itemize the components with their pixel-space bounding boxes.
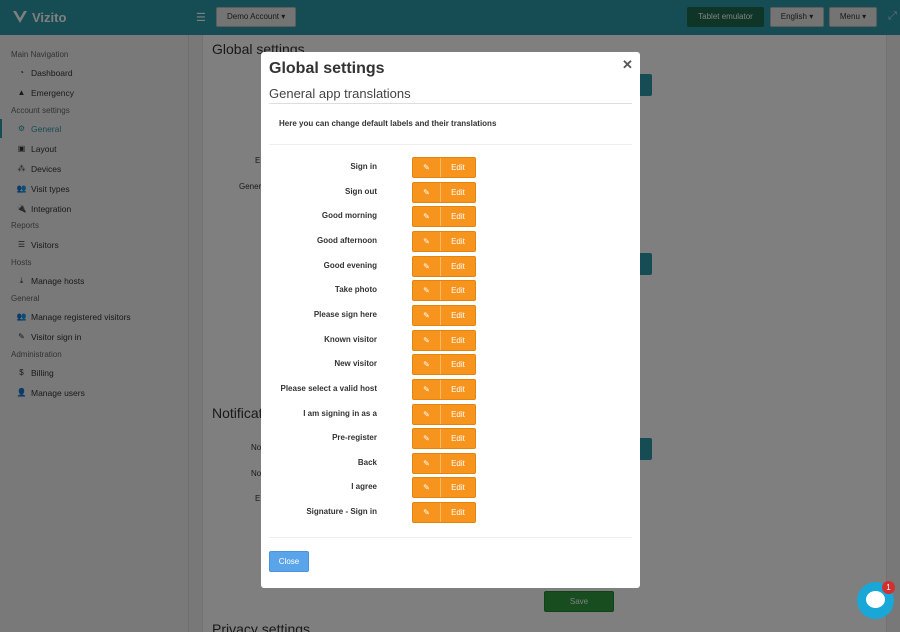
translation-label: I am signing in as a — [303, 408, 377, 418]
translation-label: Good afternoon — [317, 235, 377, 245]
edit-button-label: Edit — [451, 286, 465, 296]
translation-row: Please sign here ✎ Edit — [261, 304, 640, 327]
edit-translation-button[interactable]: ✎ Edit — [412, 157, 476, 178]
edit-icon: ✎ — [413, 429, 441, 449]
edit-icon: ✎ — [413, 281, 441, 301]
edit-translation-button[interactable]: ✎ Edit — [412, 502, 476, 524]
translation-label: Sign out — [345, 186, 377, 196]
edit-translation-button[interactable]: ✎ Edit — [412, 181, 476, 203]
translation-row: I agree ✎ Edit — [261, 477, 640, 499]
edit-button-label: Edit — [451, 458, 465, 468]
translation-row: Signature - Sign in ✎ Edit — [261, 502, 640, 524]
edit-translation-button[interactable]: ✎ Edit — [412, 354, 476, 376]
edit-button-label: Edit — [451, 483, 465, 493]
translation-row: Sign out ✎ Edit — [261, 181, 640, 204]
edit-translation-button[interactable]: ✎ Edit — [412, 304, 476, 326]
translation-label: Known visitor — [324, 334, 377, 344]
edit-icon: ✎ — [413, 404, 441, 424]
translation-label: Pre-register — [332, 433, 377, 443]
edit-icon: ✎ — [413, 207, 441, 227]
edit-translation-button[interactable]: ✎ Edit — [412, 403, 476, 425]
edit-icon: ✎ — [413, 256, 441, 276]
edit-translation-button[interactable]: ✎ Edit — [412, 378, 476, 400]
edit-icon: ✎ — [413, 503, 441, 523]
edit-icon: ✎ — [413, 478, 441, 498]
translation-label: Signature - Sign in — [306, 507, 377, 517]
translation-row: Known visitor ✎ Edit — [261, 329, 640, 352]
edit-button-label: Edit — [451, 434, 465, 444]
edit-button-label: Edit — [451, 409, 465, 419]
modal-subtitle: General app translations — [269, 86, 632, 104]
divider — [269, 537, 632, 538]
edit-icon: ✎ — [413, 305, 441, 325]
edit-translation-button[interactable]: ✎ Edit — [412, 206, 476, 228]
edit-translation-button[interactable]: ✎ Edit — [412, 329, 476, 351]
edit-translation-button[interactable]: ✎ Edit — [412, 255, 476, 277]
translation-label: Good morning — [321, 211, 377, 221]
translation-row: Sign in ✎ Edit — [261, 157, 640, 179]
edit-button-label: Edit — [451, 187, 465, 197]
chat-notification-badge: 1 — [882, 581, 895, 594]
translation-label: Take photo — [334, 285, 377, 295]
edit-icon: ✎ — [413, 231, 441, 251]
edit-button-label: Edit — [451, 261, 465, 271]
edit-button-label: Edit — [451, 360, 465, 370]
close-button[interactable]: Close — [269, 551, 309, 572]
edit-button-label: Edit — [451, 212, 465, 222]
edit-icon: ✎ — [413, 379, 441, 399]
translation-label: Please select a valid host — [280, 383, 378, 393]
translation-row: Good evening ✎ Edit — [261, 255, 640, 278]
close-icon[interactable]: ✕ — [622, 57, 633, 73]
edit-icon: ✎ — [413, 182, 441, 202]
edit-button-label: Edit — [451, 508, 465, 518]
translation-row: Good afternoon ✎ Edit — [261, 230, 640, 253]
translation-label: Good evening — [323, 260, 377, 270]
edit-button-label: Edit — [451, 163, 465, 172]
edit-translation-button[interactable]: ✎ Edit — [412, 452, 476, 474]
edit-icon: ✎ — [413, 453, 441, 473]
edit-translation-button[interactable]: ✎ Edit — [412, 280, 476, 302]
edit-icon: ✎ — [413, 330, 441, 350]
translation-label: New visitor — [334, 359, 377, 369]
translation-row: Pre-register ✎ Edit — [261, 428, 640, 450]
edit-button-label: Edit — [451, 310, 465, 320]
translation-label: Please sign here — [313, 309, 377, 319]
modal-title: Global settings — [269, 60, 385, 77]
translation-label: Back — [357, 457, 377, 467]
translation-row: Please select a valid host ✎ Edit — [261, 378, 640, 401]
edit-translation-button[interactable]: ✎ Edit — [412, 230, 476, 252]
translation-row: New visitor ✎ Edit — [261, 354, 640, 376]
translation-row: Good morning ✎ Edit — [261, 206, 640, 228]
edit-icon: ✎ — [413, 158, 441, 177]
edit-button-label: Edit — [451, 335, 465, 345]
translation-label: I agree — [351, 482, 377, 492]
translation-row: Back ✎ Edit — [261, 452, 640, 475]
translation-row: I am signing in as a ✎ Edit — [261, 403, 640, 426]
edit-translation-button[interactable]: ✎ Edit — [412, 477, 476, 499]
translation-label: Sign in — [350, 162, 377, 171]
edit-button-label: Edit — [451, 384, 465, 394]
chat-bubble-icon — [866, 591, 885, 608]
edit-icon: ✎ — [413, 355, 441, 375]
edit-button-label: Edit — [451, 236, 465, 246]
divider — [269, 144, 632, 145]
global-settings-modal: Global settings ✕ General app translatio… — [261, 52, 640, 588]
edit-translation-button[interactable]: ✎ Edit — [412, 428, 476, 450]
translation-row: Take photo ✎ Edit — [261, 280, 640, 302]
modal-description: Here you can change default labels and t… — [279, 119, 497, 128]
